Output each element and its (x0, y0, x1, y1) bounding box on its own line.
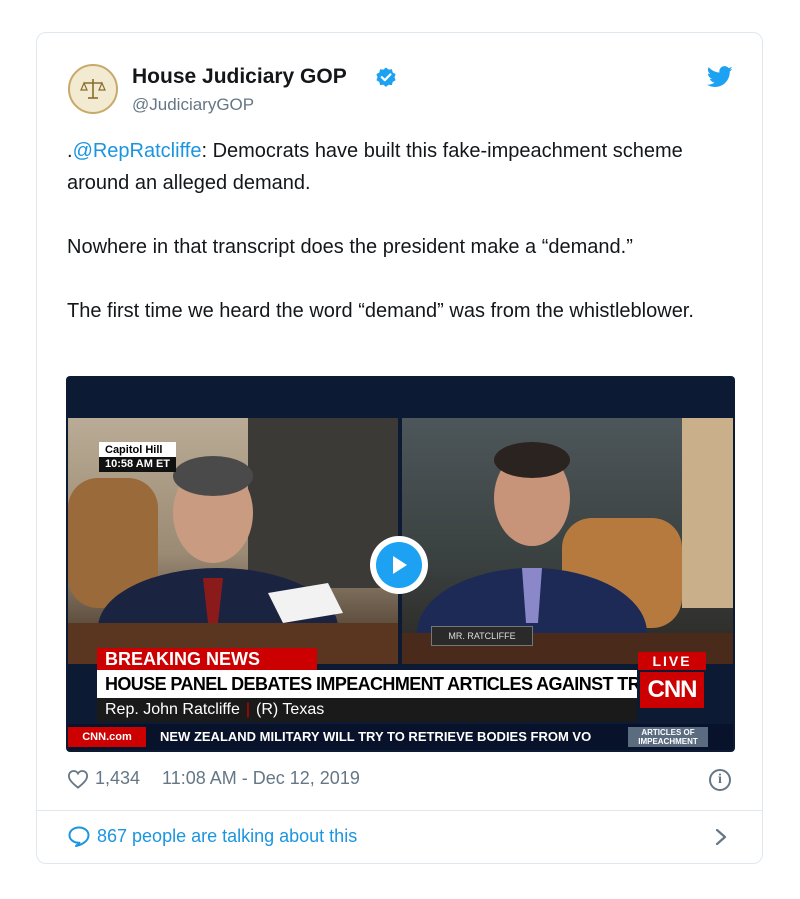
tweet-meta: 1,434 11:08 AM - Dec 12, 2019 (67, 768, 360, 789)
ticker-site-label: CNN.com (68, 727, 146, 747)
chyron-speaker: Rep. John Ratcliffe | (R) Texas (97, 698, 637, 722)
conversation-link[interactable]: 867 people are talking about this (67, 825, 357, 847)
news-ticker: CNN.com NEW ZEALAND MILITARY WILL TRY TO… (68, 724, 733, 750)
tweet-paragraph-2: Nowhere in that transcript does the pres… (67, 236, 633, 258)
location-label: Capitol Hill 10:58 AM ET (99, 442, 177, 472)
play-button[interactable] (370, 536, 428, 594)
live-badge: LIVE (638, 652, 706, 670)
tweet-timestamp[interactable]: 11:08 AM - Dec 12, 2019 (162, 768, 360, 789)
breaking-news-banner: BREAKING NEWS (97, 648, 317, 670)
like-count[interactable]: 1,434 (95, 768, 140, 789)
divider (37, 810, 762, 811)
video-player[interactable]: Capitol Hill 10:58 AM ET MR. RATCLIFFE B… (66, 376, 735, 752)
speech-bubble-icon (68, 826, 90, 847)
tweet-paragraph-3: The first time we heard the word “demand… (67, 300, 694, 322)
play-icon (376, 542, 422, 588)
heart-icon[interactable] (67, 769, 89, 789)
articles-badge: ARTICLES OF IMPEACHMENT (628, 727, 708, 747)
chevron-right-icon[interactable] (713, 827, 729, 847)
tweet-text: .@RepRatcliffe: Democrats have built thi… (67, 135, 727, 327)
chyron-headline: HOUSE PANEL DEBATES IMPEACHMENT ARTICLES… (97, 670, 637, 698)
tweet-paragraph-1: .@RepRatcliffe: Democrats have built thi… (67, 140, 683, 194)
tweet-card[interactable]: House Judiciary GOP @JudiciaryGOP .@RepR… (36, 32, 763, 864)
video-frame-left: Capitol Hill 10:58 AM ET (68, 418, 398, 664)
author-name[interactable]: House Judiciary GOP (132, 65, 347, 89)
conversation-count[interactable]: 867 people are talking about this (97, 826, 357, 847)
scales-of-justice-icon (80, 79, 106, 99)
avatar[interactable] (68, 64, 118, 114)
info-icon[interactable]: i (709, 769, 731, 791)
author-handle[interactable]: @JudiciaryGOP (132, 95, 254, 115)
verified-badge-icon (376, 67, 396, 87)
mention-link[interactable]: @RepRatcliffe (73, 140, 202, 162)
nameplate: MR. RATCLIFFE (431, 626, 533, 646)
twitter-bird-icon[interactable] (707, 66, 733, 88)
ticker-text: NEW ZEALAND MILITARY WILL TRY TO RETRIEV… (160, 729, 592, 744)
network-logo: CNN (640, 672, 704, 708)
